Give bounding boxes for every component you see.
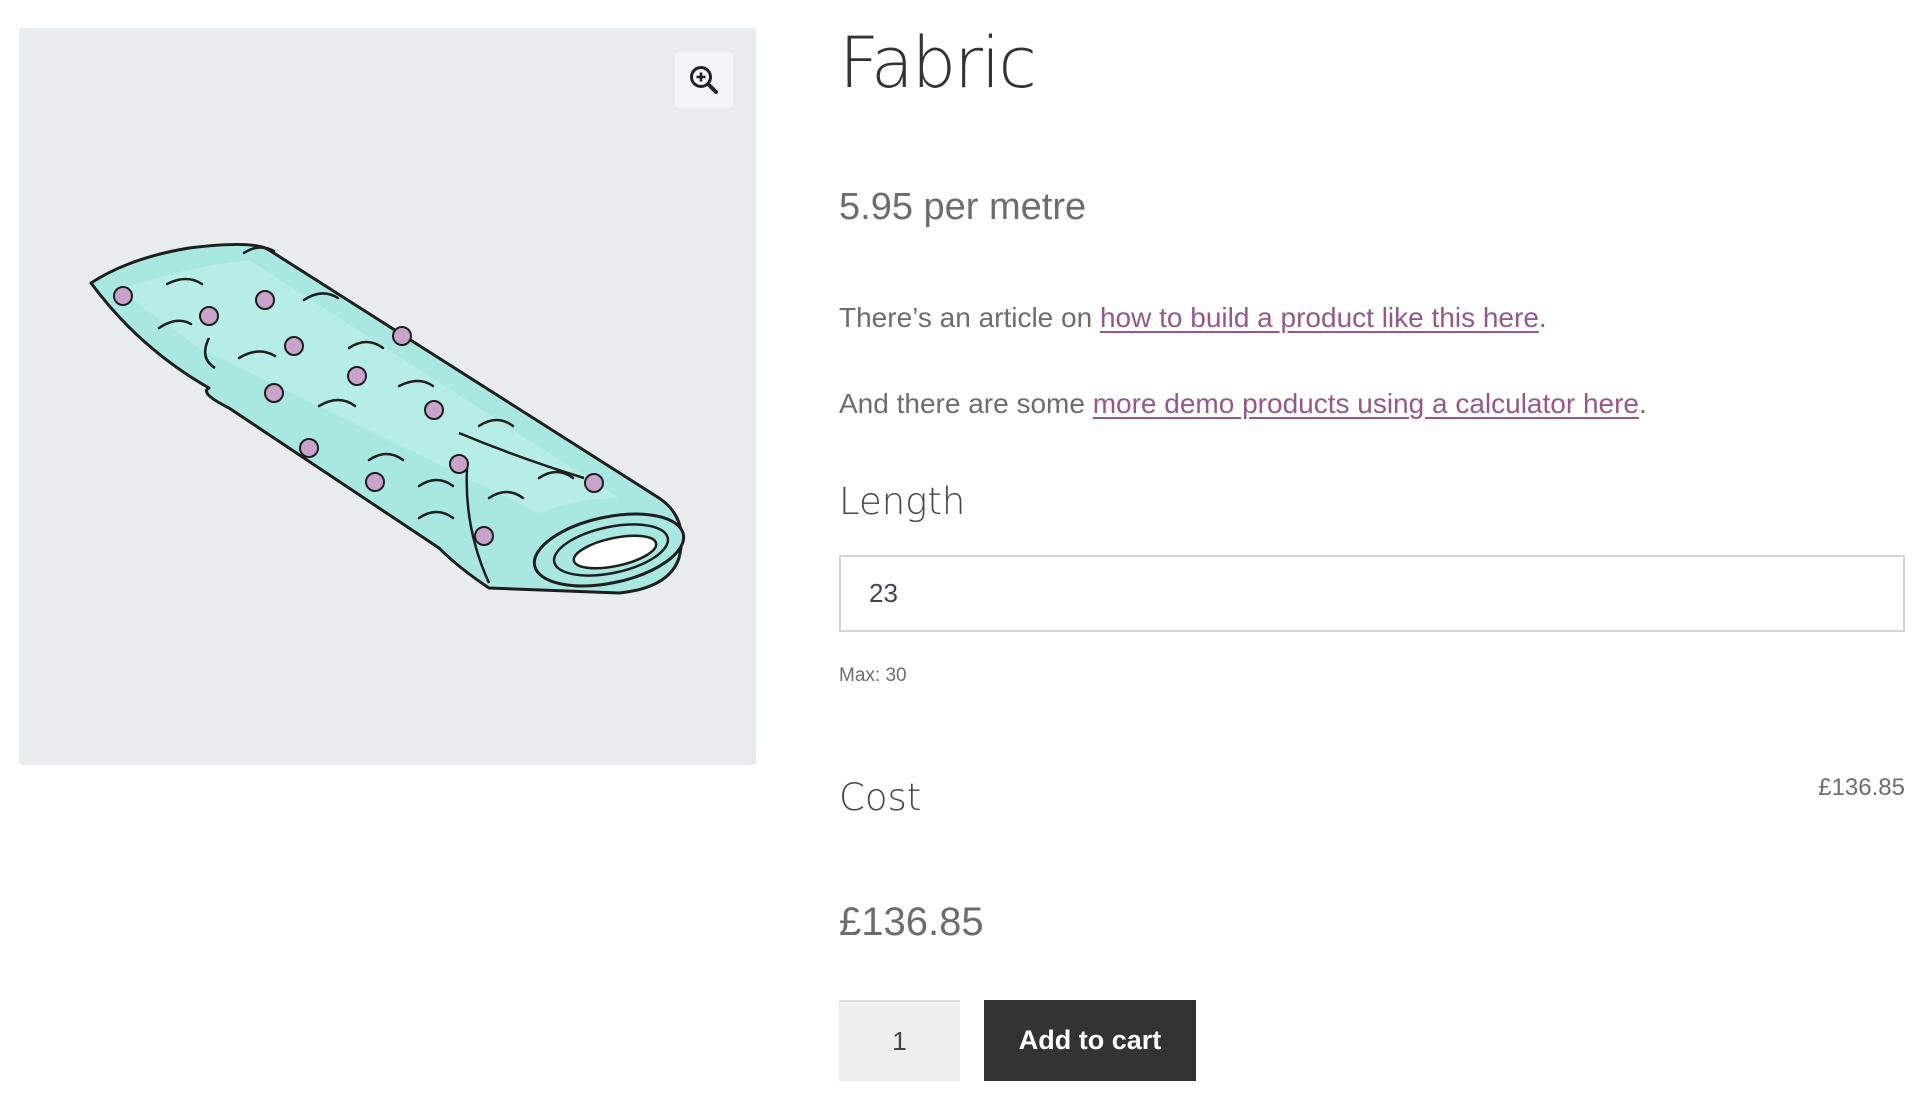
description-punctuation: . xyxy=(1538,302,1547,333)
price-per-unit: 5.95 per metre xyxy=(839,186,1087,228)
product-title: Fabric xyxy=(839,22,1037,104)
total-price: £136.85 xyxy=(839,900,984,944)
article-link[interactable]: how to build a product like this here xyxy=(1100,302,1539,333)
product-gallery xyxy=(19,28,756,765)
length-input[interactable] xyxy=(839,555,1905,632)
length-label: Length xyxy=(839,480,966,523)
zoom-in-icon xyxy=(690,66,718,94)
add-to-cart-button[interactable]: Add to cart xyxy=(984,1000,1196,1081)
description-punctuation: . xyxy=(1639,388,1647,419)
quantity-input[interactable] xyxy=(839,1000,960,1081)
description-text: There’s an article on xyxy=(839,302,1100,333)
zoom-button[interactable] xyxy=(675,52,733,108)
description-line-1: There’s an article on how to build a pro… xyxy=(839,302,1547,334)
description-line-2: And there are some more demo products us… xyxy=(839,388,1647,420)
length-max-note: Max: 30 xyxy=(839,665,907,686)
description-text: And there are some xyxy=(839,388,1093,419)
demo-products-link[interactable]: more demo products using a calculator he… xyxy=(1093,388,1639,419)
fabric-roll-image[interactable] xyxy=(19,28,756,765)
cost-label: Cost xyxy=(839,776,922,819)
cost-value: £136.85 xyxy=(1818,774,1905,801)
